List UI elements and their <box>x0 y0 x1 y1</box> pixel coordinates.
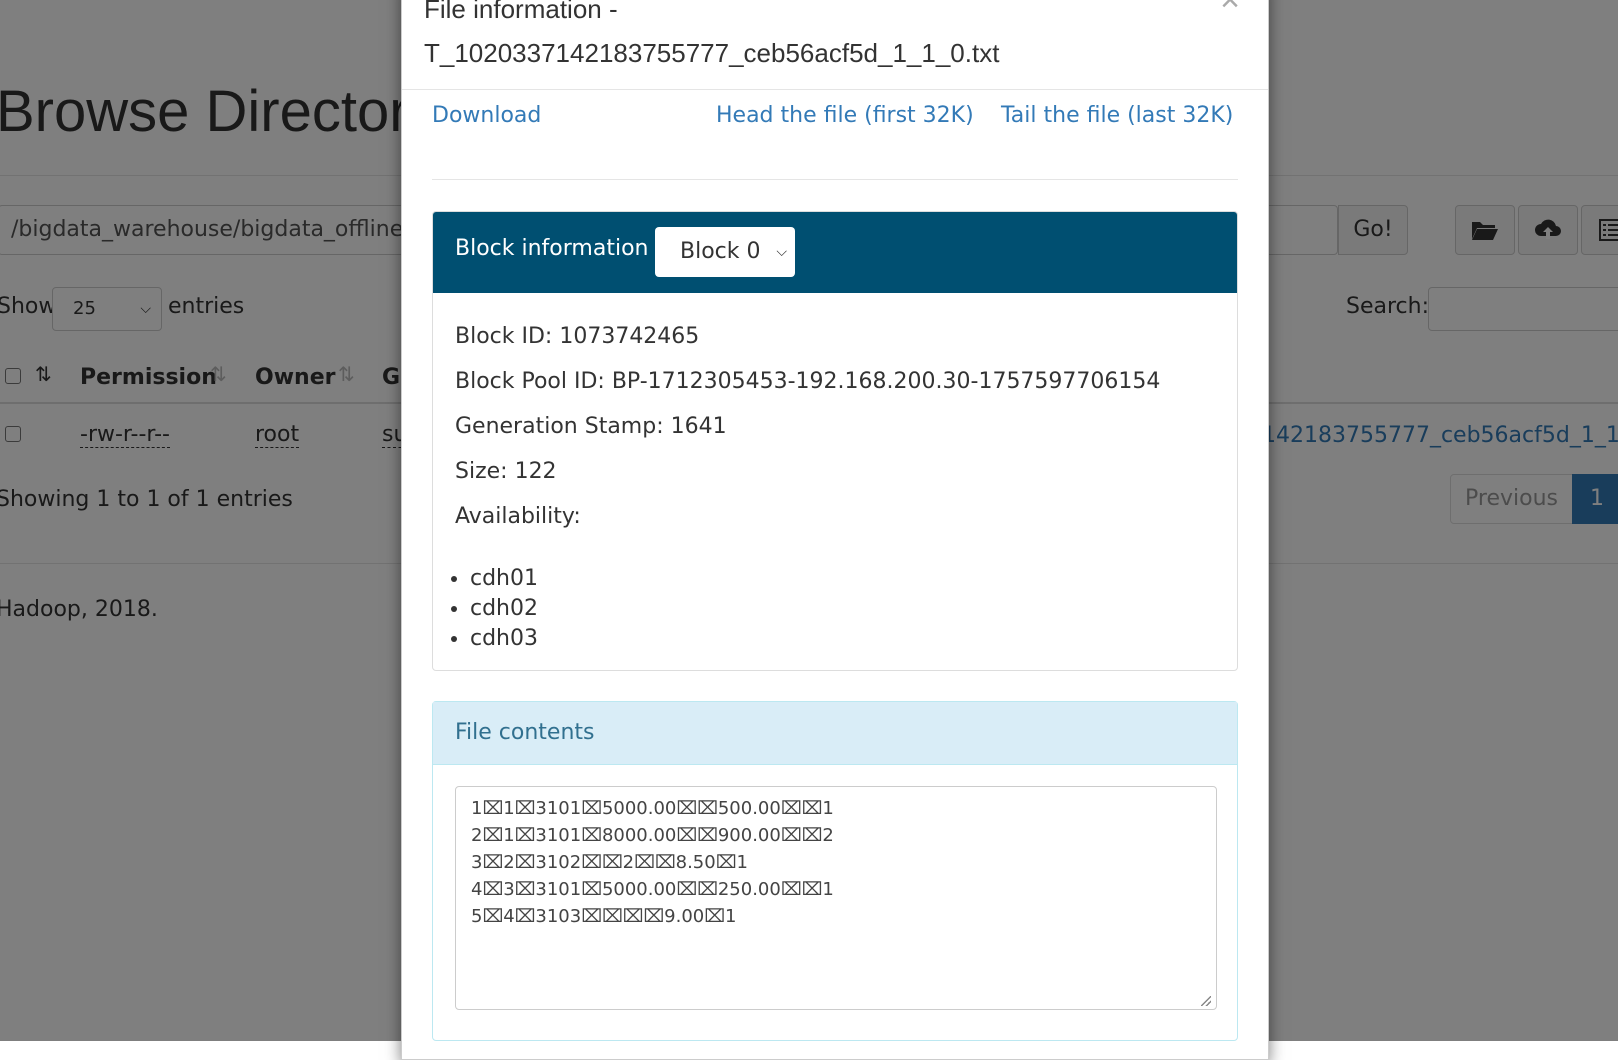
block-info-label: Block information -- <box>455 236 672 261</box>
divider <box>432 179 1238 180</box>
modal-title-line1: File information - <box>424 0 618 24</box>
resize-handle-icon[interactable] <box>1201 996 1211 1006</box>
close-icon[interactable]: × <box>1220 0 1240 17</box>
file-contents-panel: File contents 1⌧1⌧3101⌧5000.00⌧⌧500.00⌧⌧… <box>432 701 1238 1041</box>
host-item: cdh02 <box>470 594 538 624</box>
generation-stamp: Generation Stamp: 1641 <box>455 414 727 439</box>
file-contents-label: File contents <box>455 720 595 745</box>
modal-header: File information - T_1020337142183755777… <box>402 0 1268 90</box>
availability-label: Availability: <box>455 504 581 529</box>
host-item: cdh03 <box>470 624 538 654</box>
block-id: Block ID: 1073742465 <box>455 324 700 349</box>
chevron-down-icon: ⌵ <box>776 244 787 260</box>
head-file-link[interactable]: Head the file (first 32K) <box>716 103 974 128</box>
modal-title-line2: T_1020337142183755777_ceb56acf5d_1_1_0.t… <box>424 38 1000 68</box>
block-select[interactable]: Block 0 ⌵ <box>655 227 795 277</box>
host-item: cdh01 <box>470 564 538 594</box>
download-link[interactable]: Download <box>432 103 541 128</box>
modal-title: File information - T_1020337142183755777… <box>424 0 999 75</box>
block-select-value: Block 0 <box>680 239 761 264</box>
tail-file-link[interactable]: Tail the file (last 32K) <box>1001 103 1233 128</box>
block-info-panel: Block information -- Block 0 ⌵ Block ID:… <box>432 211 1238 671</box>
file-info-modal: File information - T_1020337142183755777… <box>401 0 1269 1060</box>
block-pool-id: Block Pool ID: BP-1712305453-192.168.200… <box>455 369 1161 394</box>
block-size: Size: 122 <box>455 459 557 484</box>
file-contents-textarea[interactable]: 1⌧1⌧3101⌧5000.00⌧⌧500.00⌧⌧1 2⌧1⌧3101⌧800… <box>455 786 1217 1010</box>
availability-list: cdh01 cdh02 cdh03 <box>433 564 538 654</box>
file-contents-header: File contents <box>433 702 1237 765</box>
block-info-header: Block information -- Block 0 ⌵ <box>433 212 1237 293</box>
